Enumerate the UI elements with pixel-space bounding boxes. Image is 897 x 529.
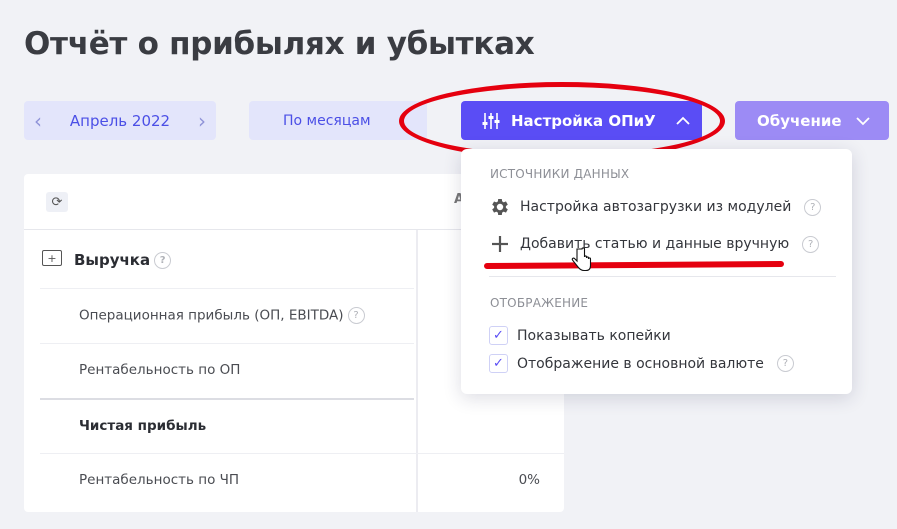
help-icon[interactable]: ? [802, 235, 820, 253]
chevron-down-icon [855, 116, 870, 125]
refresh-icon[interactable]: ⟳ [46, 192, 68, 212]
chevron-up-icon [676, 116, 690, 125]
option-main-currency-label: Отображение в основной валюте [517, 355, 764, 372]
help-icon[interactable]: ? [347, 307, 365, 324]
dropdown-divider [489, 276, 836, 277]
pnl-settings-dropdown: ИСТОЧНИКИ ДАННЫХ Настройка автозагрузки … [461, 149, 852, 394]
chevron-right-icon[interactable]: › [198, 109, 206, 133]
help-icon[interactable]: ? [804, 198, 822, 216]
option-main-currency[interactable]: ✓ Отображение в основной валюте ? [489, 354, 794, 373]
row-label: Чистая прибыль [79, 418, 207, 434]
option-show-kopecks-label: Показывать копейки [517, 327, 671, 344]
revenue-label: Выручка? [74, 251, 172, 269]
option-show-kopecks[interactable]: ✓ Показывать копейки [489, 326, 671, 345]
gear-icon [492, 199, 508, 215]
chevron-left-icon[interactable]: ‹ [34, 109, 42, 133]
row-label: Операционная прибыль (ОП, EBITDA)? [79, 307, 365, 324]
section-display: ОТОБРАЖЕНИЕ [490, 296, 589, 310]
menu-item-autoload[interactable]: Настройка автозагрузки из модулей ? [489, 196, 822, 218]
table-row: Чистая прибыль [40, 398, 414, 453]
month-picker: ‹ Апрель 2022 › [24, 101, 216, 140]
checkbox-checked[interactable]: ✓ [489, 354, 508, 373]
menu-item-autoload-label: Настройка автозагрузки из модулей [520, 199, 792, 215]
folder-plus-icon[interactable]: + [42, 250, 62, 266]
row-label: Рентабельность по ЧП [79, 472, 240, 488]
month-label[interactable]: Апрель 2022 [70, 112, 170, 130]
checkbox-checked[interactable]: ✓ [489, 326, 508, 345]
row-label-text: Операционная прибыль (ОП, EBITDA) [79, 307, 344, 324]
table-row: Рентабельность по ЧП 0% [40, 453, 564, 508]
help-icon[interactable]: ? [776, 355, 794, 372]
menu-item-add-manual[interactable]: Добавить статью и данные вручную ? [489, 233, 820, 255]
pnl-settings-label: Настройка ОПиУ [511, 111, 656, 130]
period-select[interactable]: По месяцам [249, 101, 427, 140]
plus-icon [492, 236, 508, 252]
row-label: Рентабельность по ОП [79, 362, 241, 378]
table-row: Рентабельность по ОП [40, 343, 414, 398]
page-title: Отчёт о прибылях и убытках [24, 26, 535, 62]
row-value: 0% [518, 472, 540, 488]
section-data-sources: ИСТОЧНИКИ ДАННЫХ [490, 167, 630, 181]
revenue-text: Выручка [74, 251, 151, 269]
learn-label: Обучение [757, 111, 842, 130]
menu-item-add-manual-label: Добавить статью и данные вручную [520, 236, 790, 252]
sliders-icon [482, 112, 500, 129]
learn-button[interactable]: Обучение [735, 101, 889, 140]
table-row: Операционная прибыль (ОП, EBITDA)? [40, 288, 414, 343]
help-icon[interactable]: ? [154, 252, 172, 269]
pnl-settings-button[interactable]: Настройка ОПиУ [461, 101, 702, 140]
